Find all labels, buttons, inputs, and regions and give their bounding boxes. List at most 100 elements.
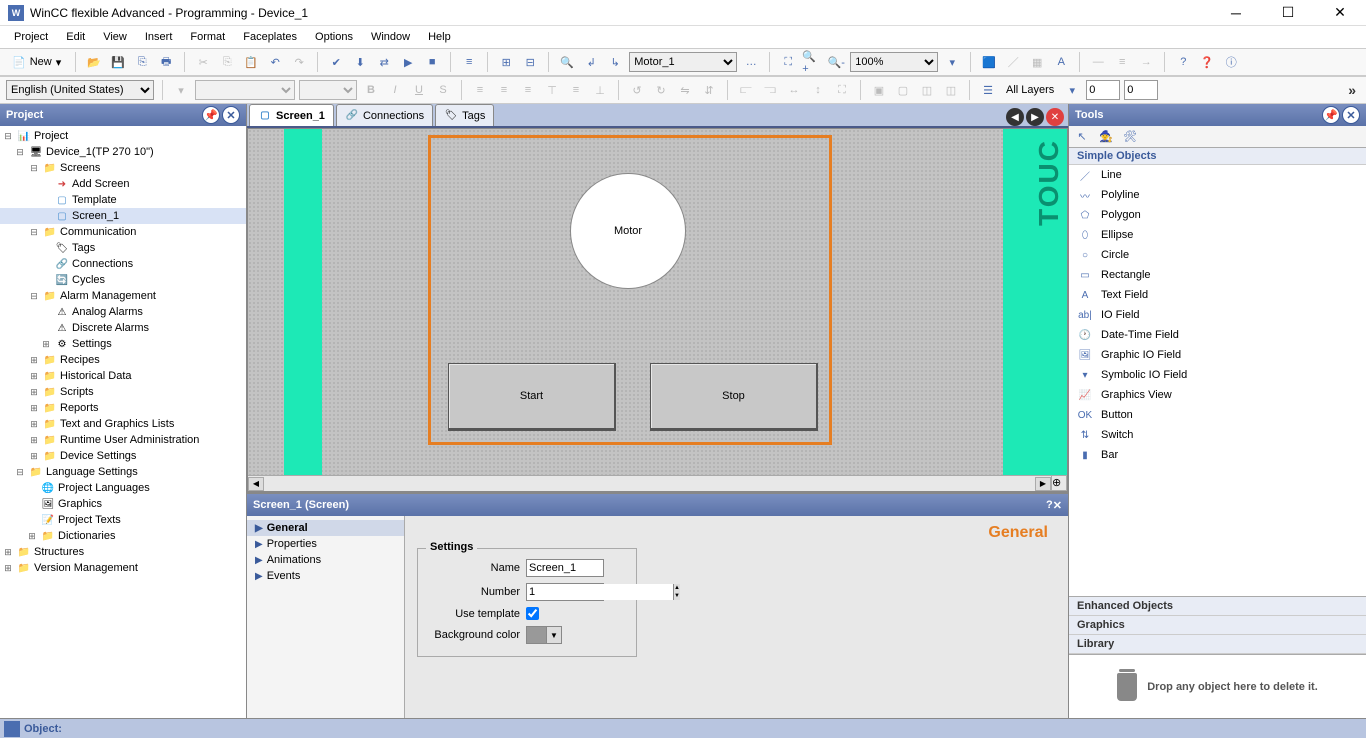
print-icon[interactable]: 🖶	[156, 52, 176, 72]
tree-proj-texts[interactable]: 📝Project Texts	[0, 512, 246, 528]
send-back-icon[interactable]: ▢	[893, 80, 913, 100]
tree-root[interactable]: ⊟📊Project	[0, 128, 246, 144]
help-icon[interactable]: ?	[1173, 52, 1193, 72]
line-color-icon[interactable]: ／	[1003, 52, 1023, 72]
tree-alarmmgmt[interactable]: ⊟📁Alarm Management	[0, 288, 246, 304]
cut-icon[interactable]: ✂	[193, 52, 213, 72]
tool-button[interactable]: OKButton	[1069, 405, 1366, 425]
tool-polygon[interactable]: ⬠Polygon	[1069, 205, 1366, 225]
tab-tags[interactable]: 🏷Tags	[435, 104, 494, 126]
whatsthis-icon[interactable]: ❓	[1197, 52, 1217, 72]
screen-canvas[interactable]: TOUC Motor Start Stop ◀▶ ⊕	[247, 128, 1068, 492]
line-style-icon[interactable]: —	[1088, 52, 1108, 72]
tool-bar[interactable]: ▮Bar	[1069, 445, 1366, 465]
find-next-icon[interactable]: ↲	[581, 52, 601, 72]
find-prev-icon[interactable]: ↳	[605, 52, 625, 72]
copy-icon[interactable]: ⎘	[217, 52, 237, 72]
number-spinner[interactable]: ▲▼	[526, 583, 604, 601]
align-icon[interactable]: ≡	[459, 52, 479, 72]
enhanced-objects-header[interactable]: Enhanced Objects	[1069, 597, 1366, 616]
tree-screens[interactable]: ⊟📁Screens	[0, 160, 246, 176]
props-pin-icon[interactable]: ?	[1046, 499, 1053, 511]
tree-textgraphics[interactable]: ⊞📁Text and Graphics Lists	[0, 416, 246, 432]
props-close-icon[interactable]: ✕	[1053, 499, 1062, 512]
menu-window[interactable]: Window	[363, 29, 418, 45]
paste-icon[interactable]: 📋	[241, 52, 261, 72]
color-drop-icon[interactable]: ▼	[547, 627, 561, 643]
zoom-select[interactable]: 100%	[850, 52, 938, 72]
tool-rectangle[interactable]: ▭Rectangle	[1069, 265, 1366, 285]
layer-drop-icon[interactable]: ▾	[1062, 80, 1082, 100]
tree-device[interactable]: ⊟🖥Device_1(TP 270 10")	[0, 144, 246, 160]
tag-select[interactable]: Motor_1	[629, 52, 737, 72]
spin-up-icon[interactable]: ▲	[673, 584, 680, 592]
tree-settings[interactable]: ⊞⚙Settings	[0, 336, 246, 352]
save-icon[interactable]: 💾	[108, 52, 128, 72]
tool-ellipse[interactable]: ⬯Ellipse	[1069, 225, 1366, 245]
tree-cycles[interactable]: 🔄Cycles	[0, 272, 246, 288]
tool-graphics-view[interactable]: 📈Graphics View	[1069, 385, 1366, 405]
underline-icon[interactable]: U	[409, 80, 429, 100]
save-all-icon[interactable]: ⎘	[132, 52, 152, 72]
menu-options[interactable]: Options	[307, 29, 361, 45]
use-template-checkbox[interactable]	[526, 607, 539, 620]
transfer-icon[interactable]: ⇄	[374, 52, 394, 72]
zoom-out-icon[interactable]: 🔍-	[826, 52, 846, 72]
close-button[interactable]: ✕	[1322, 3, 1358, 23]
name-input[interactable]	[526, 559, 604, 577]
rotate-right-icon[interactable]: ↻	[651, 80, 671, 100]
flip-h-icon[interactable]: ⇋	[675, 80, 695, 100]
props-nav-events[interactable]: ▶Events	[247, 568, 404, 584]
language-select[interactable]: English (United States)	[6, 80, 154, 100]
group-icon[interactable]: ⊞	[496, 52, 516, 72]
eq-size-icon[interactable]: ⛶	[832, 80, 852, 100]
undo-icon[interactable]: ↶	[265, 52, 285, 72]
tree-screen1[interactable]: ▢Screen_1	[0, 208, 246, 224]
strike-icon[interactable]: S	[433, 80, 453, 100]
italic-icon[interactable]: I	[385, 80, 405, 100]
simple-objects-header[interactable]: Simple Objects	[1069, 148, 1366, 165]
props-nav-animations[interactable]: ▶Animations	[247, 552, 404, 568]
distribute-h-icon[interactable]: ⫍	[736, 80, 756, 100]
tree-version-mgmt[interactable]: ⊞📁Version Management	[0, 560, 246, 576]
tab-screen1[interactable]: ▢Screen_1	[249, 104, 334, 126]
tool-io-field[interactable]: ab|IO Field	[1069, 305, 1366, 325]
tool-switch[interactable]: ⇅Switch	[1069, 425, 1366, 445]
font-select[interactable]	[195, 80, 295, 100]
bold-icon[interactable]: B	[361, 80, 381, 100]
tool-symbolic-io[interactable]: ▾Symbolic IO Field	[1069, 365, 1366, 385]
bring-fwd-icon[interactable]: ◫	[917, 80, 937, 100]
menu-view[interactable]: View	[95, 29, 135, 45]
delete-dropzone[interactable]: Drop any object here to delete it.	[1069, 654, 1366, 718]
tree-reports[interactable]: ⊞📁Reports	[0, 400, 246, 416]
tab-next-icon[interactable]: ▶	[1026, 108, 1044, 126]
open-icon[interactable]: 📂	[84, 52, 104, 72]
tree-proj-lang[interactable]: 🌐Project Languages	[0, 480, 246, 496]
tree-graphics[interactable]: 🖼Graphics	[0, 496, 246, 512]
stop-button[interactable]: Stop	[650, 363, 818, 431]
tool-polyline[interactable]: 〰Polyline	[1069, 185, 1366, 205]
zoom-in-icon[interactable]: 🔍+	[802, 52, 822, 72]
tree-tags[interactable]: 🏷Tags	[0, 240, 246, 256]
tag-browse-icon[interactable]: …	[741, 52, 761, 72]
align-mid-icon[interactable]: ≡	[566, 80, 586, 100]
rotate-left-icon[interactable]: ↺	[627, 80, 647, 100]
tool-circle[interactable]: ○Circle	[1069, 245, 1366, 265]
info-icon[interactable]: ⓘ	[1221, 52, 1241, 72]
tree-connections[interactable]: 🔗Connections	[0, 256, 246, 272]
tree-recipes[interactable]: ⊞📁Recipes	[0, 352, 246, 368]
line-end-icon[interactable]: →	[1136, 52, 1156, 72]
eq-width-icon[interactable]: ↔	[784, 80, 804, 100]
tool-datetime[interactable]: 🕐Date-Time Field	[1069, 325, 1366, 345]
tree-historical[interactable]: ⊞📁Historical Data	[0, 368, 246, 384]
menu-format[interactable]: Format	[182, 29, 233, 45]
project-tree[interactable]: ⊟📊Project ⊟🖥Device_1(TP 270 10") ⊟📁Scree…	[0, 126, 246, 718]
line-width-icon[interactable]: ≡	[1112, 52, 1132, 72]
scroll-left-icon[interactable]: ◀	[248, 477, 264, 491]
font-color-icon[interactable]: A	[1051, 52, 1071, 72]
tool-text-field[interactable]: AText Field	[1069, 285, 1366, 305]
tree-runtime-user[interactable]: ⊞📁Runtime User Administration	[0, 432, 246, 448]
bgcolor-picker[interactable]: ▼	[526, 626, 562, 644]
tools-settings-icon[interactable]: 🛠	[1121, 128, 1139, 146]
redo-icon[interactable]: ↷	[289, 52, 309, 72]
